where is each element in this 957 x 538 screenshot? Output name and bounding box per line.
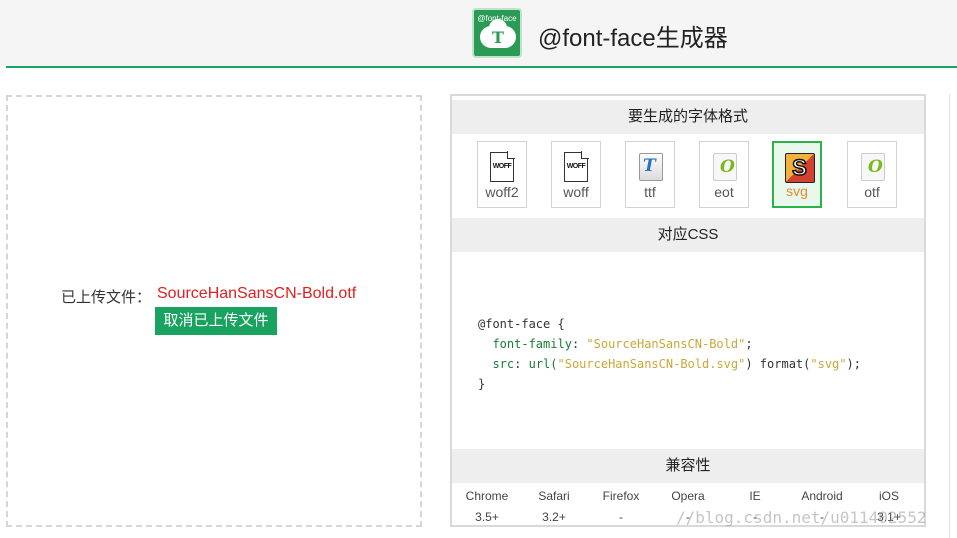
code-value-family: "SourceHanSansCN-Bold" [586,337,746,351]
code-url-func: url( [528,357,558,371]
formats-heading: 要生成的字体格式 [452,100,924,134]
compat-heading: 兼容性 [452,449,924,483]
format-option-ttf[interactable]: T ttf [625,141,675,208]
browser-safari: Safari [538,489,570,503]
code-line-end: ); [846,357,861,371]
format-label-svg: svg [786,183,808,199]
svg-file-icon: S [785,153,815,183]
code-line-1: @font-face { [478,317,565,331]
cloud-icon: T [480,19,516,48]
version-safari: 3.2+ [542,510,566,524]
code-closing-brace: } [478,377,486,391]
format-option-svg[interactable]: S svg [772,141,822,208]
browser-opera: Opera [671,489,705,503]
browser-ios: iOS [878,489,899,503]
browser-android: Android [801,489,843,503]
version-firefox: - [619,510,623,524]
format-option-woff[interactable]: WOFF woff [551,141,601,208]
otf-file-icon: O [860,152,886,182]
css-heading: 对应CSS [452,218,924,252]
logo-letter: T [492,28,504,47]
format-label-woff2: woff2 [485,184,519,200]
browser-ie: IE [749,489,761,503]
version-chrome: 3.5+ [475,510,499,524]
code-prop-src: src [492,357,515,371]
code-value-url: "SourceHanSansCN-Bold.svg" [557,357,746,371]
watermark-text: //blog.csdn.net/u011402552 [676,508,927,527]
format-label-eot: eot [714,184,734,200]
eot-file-icon: O [712,152,738,182]
woff-file-icon: WOFF [564,151,590,182]
uploaded-file-label: 已上传文件： [61,289,152,306]
format-label-otf: otf [864,184,880,200]
format-label-woff: woff [563,184,589,200]
font-face-logo: @font-face T [472,8,522,58]
right-divider [949,94,950,538]
code-value-format: "svg" [810,357,847,371]
header-divider [6,66,957,68]
header-bar: @font-face T @font-face生成器 [0,0,957,67]
format-option-woff2[interactable]: WOFF woff2 [477,141,527,208]
browser-chrome: Chrome [465,489,509,503]
format-option-otf[interactable]: O otf [847,141,897,208]
generator-panel: 要生成的字体格式 WOFF woff2 WOFF woff T ttf O eo… [450,94,926,527]
uploaded-file-name: SourceHanSansCN-Bold.otf [157,285,357,302]
page-title: @font-face生成器 [538,25,728,52]
code-prop-font-family: font-family [492,337,572,351]
woff2-file-icon: WOFF [490,151,516,182]
ttf-file-icon: T [638,152,664,182]
format-option-eot[interactable]: O eot [699,141,749,208]
format-label-ttf: ttf [644,184,656,200]
css-code-block[interactable]: @font-face { font-family: "SourceHanSans… [478,314,861,394]
cancel-upload-button[interactable]: 取消已上传文件 [155,307,277,335]
code-format-func: ) format( [745,357,811,371]
browser-firefox: Firefox [602,489,640,503]
